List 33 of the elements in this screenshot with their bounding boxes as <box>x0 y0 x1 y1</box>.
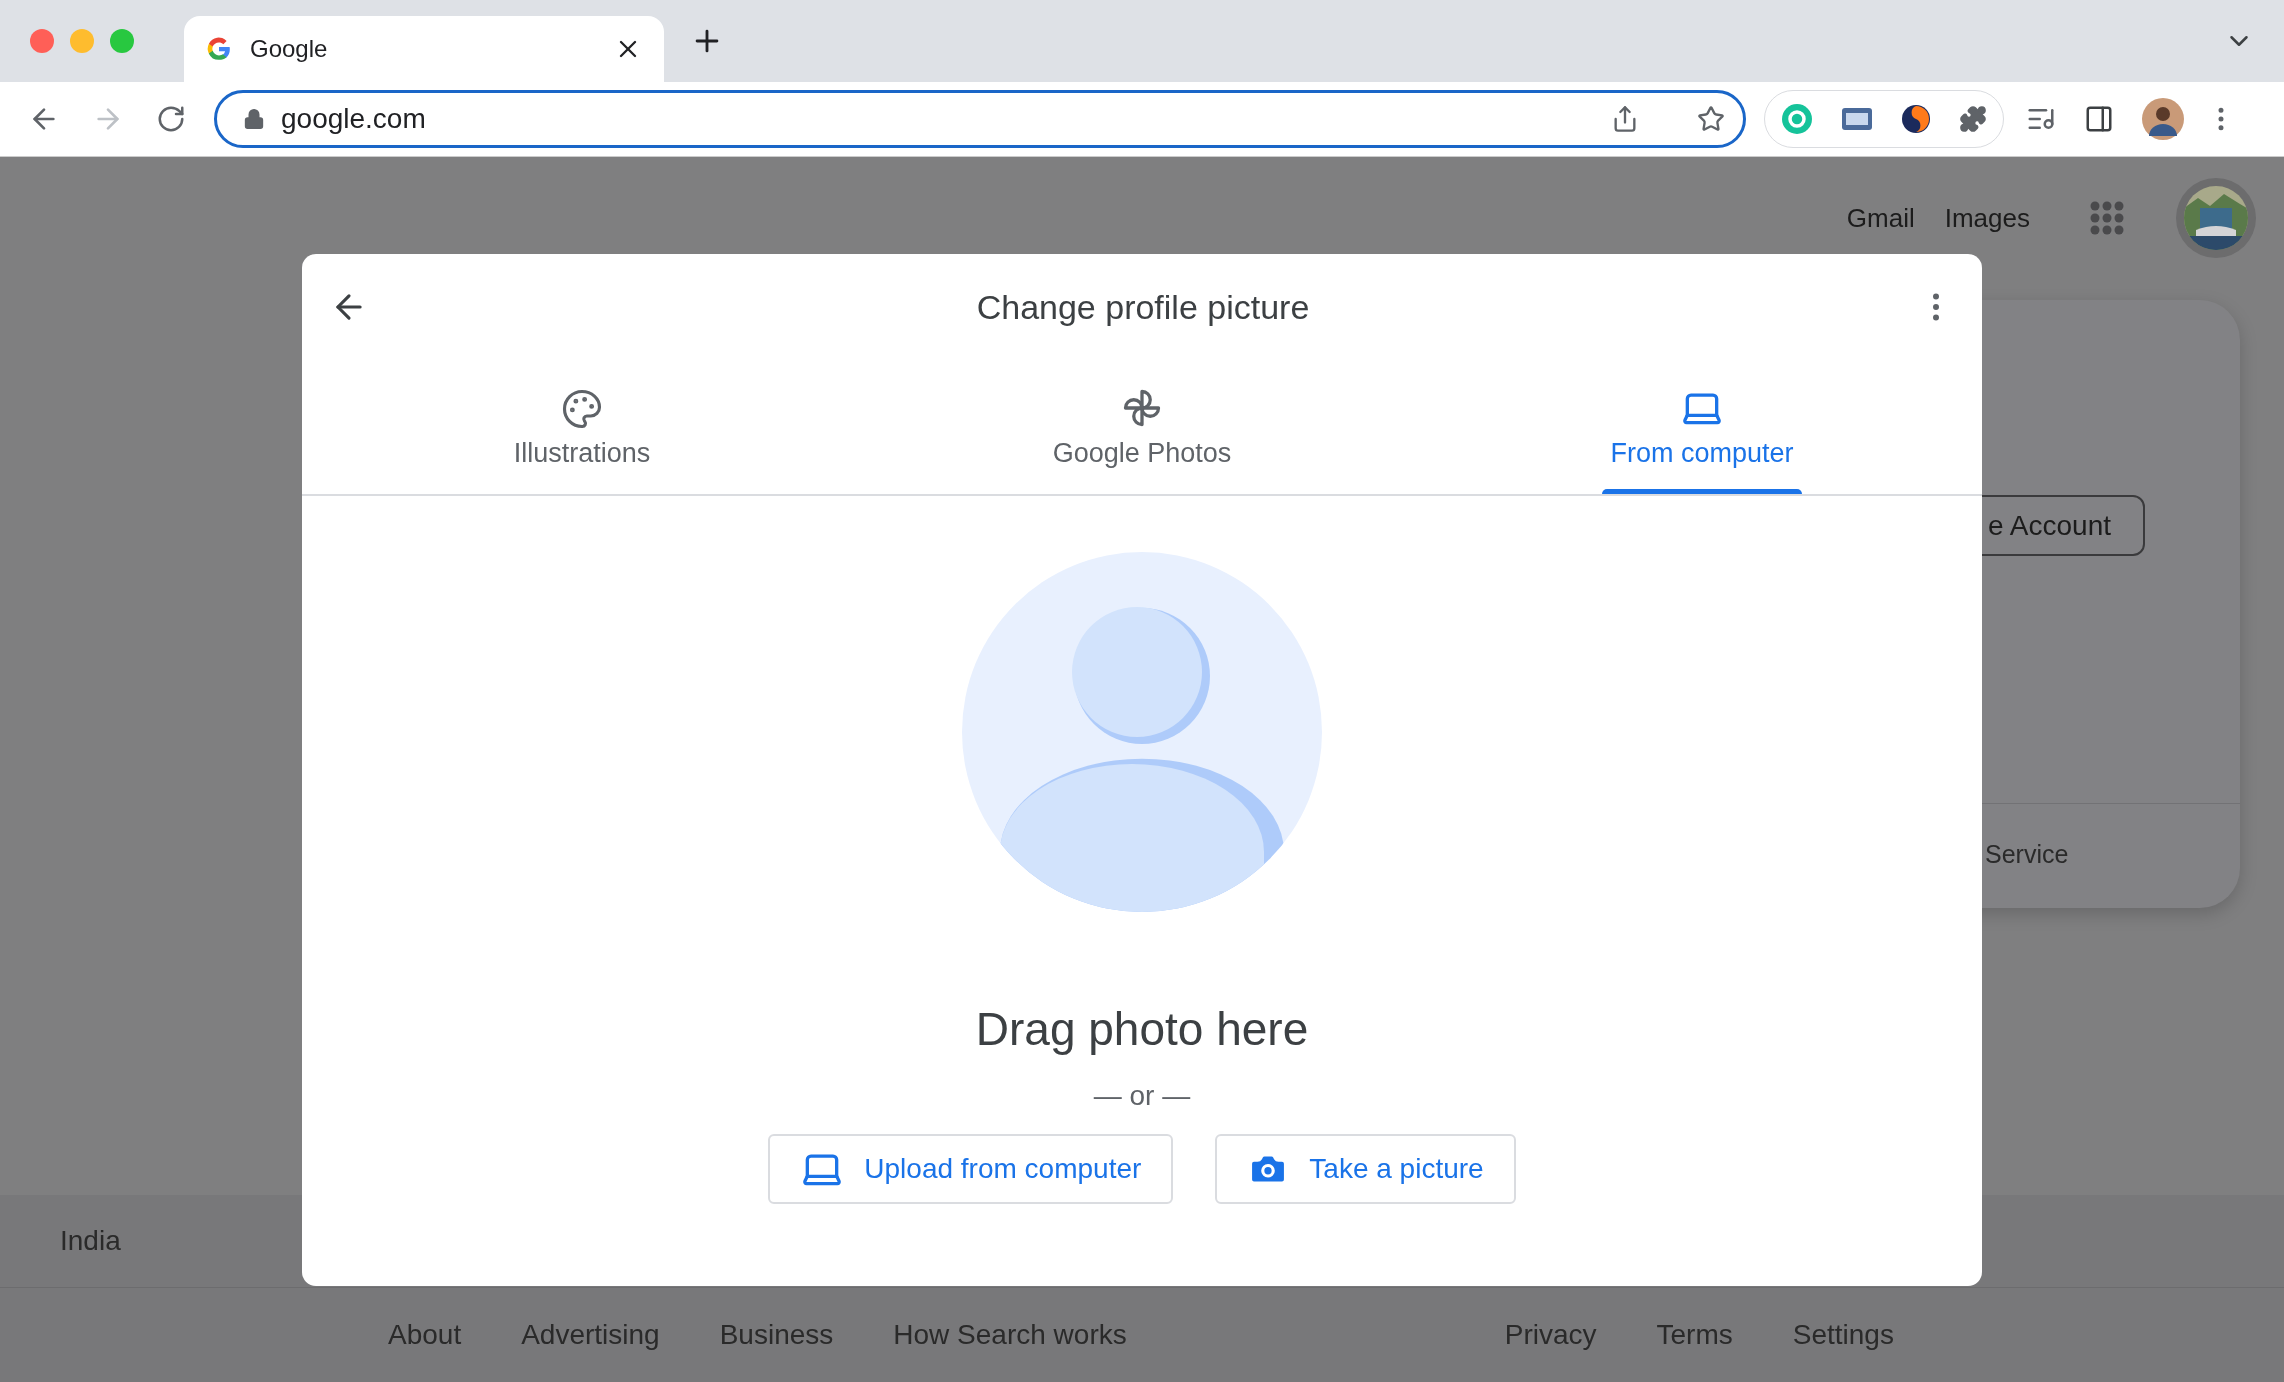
country-text: India <box>60 1225 121 1257</box>
url-text: google.com <box>281 103 427 135</box>
footer-link[interactable]: How Search works <box>893 1319 1127 1351</box>
star-icon[interactable] <box>1697 105 1725 133</box>
separator-text: — or — <box>1093 1080 1191 1112</box>
dialog-tab[interactable]: Google Photos <box>862 360 1422 494</box>
dialog-title: Change profile picture <box>975 287 1311 327</box>
footer-link[interactable]: Terms <box>1656 1319 1733 1351</box>
footer-link[interactable]: Settings <box>1792 1319 1894 1351</box>
lock-icon <box>243 108 265 130</box>
address-bar[interactable]: google.com <box>214 90 1746 148</box>
extension-icon[interactable] <box>1901 104 1931 134</box>
palette-icon <box>561 388 603 430</box>
side-panel-icon[interactable] <box>2084 104 2114 134</box>
footer-link[interactable]: Privacy <box>1504 1319 1597 1351</box>
upload-option-button[interactable]: Take a picture <box>1215 1134 1516 1204</box>
puzzle-icon[interactable] <box>1959 105 1987 133</box>
card-link[interactable]: Service <box>1985 840 2069 869</box>
footer-link[interactable]: About <box>388 1319 462 1351</box>
upload-option-button[interactable]: Upload from computer <box>768 1134 1174 1204</box>
reload-icon[interactable] <box>156 104 186 134</box>
header-link[interactable]: Gmail <box>1846 202 1915 234</box>
tab-title: Google <box>250 35 329 63</box>
footer-link[interactable]: Business <box>719 1319 834 1351</box>
drop-hint: Drag photo here <box>975 1002 1309 1056</box>
browser-tab[interactable]: Google <box>184 16 664 82</box>
google-logo-icon <box>206 36 232 62</box>
header-link[interactable]: Images <box>1944 202 2030 234</box>
dialog-tab[interactable]: From computer <box>1422 360 1982 494</box>
footer-link[interactable]: Advertising <box>521 1319 660 1351</box>
dialog-tab[interactable]: Illustrations <box>302 360 862 494</box>
profile-avatar[interactable] <box>2142 98 2184 140</box>
avatar-placeholder-icon <box>962 552 1322 912</box>
